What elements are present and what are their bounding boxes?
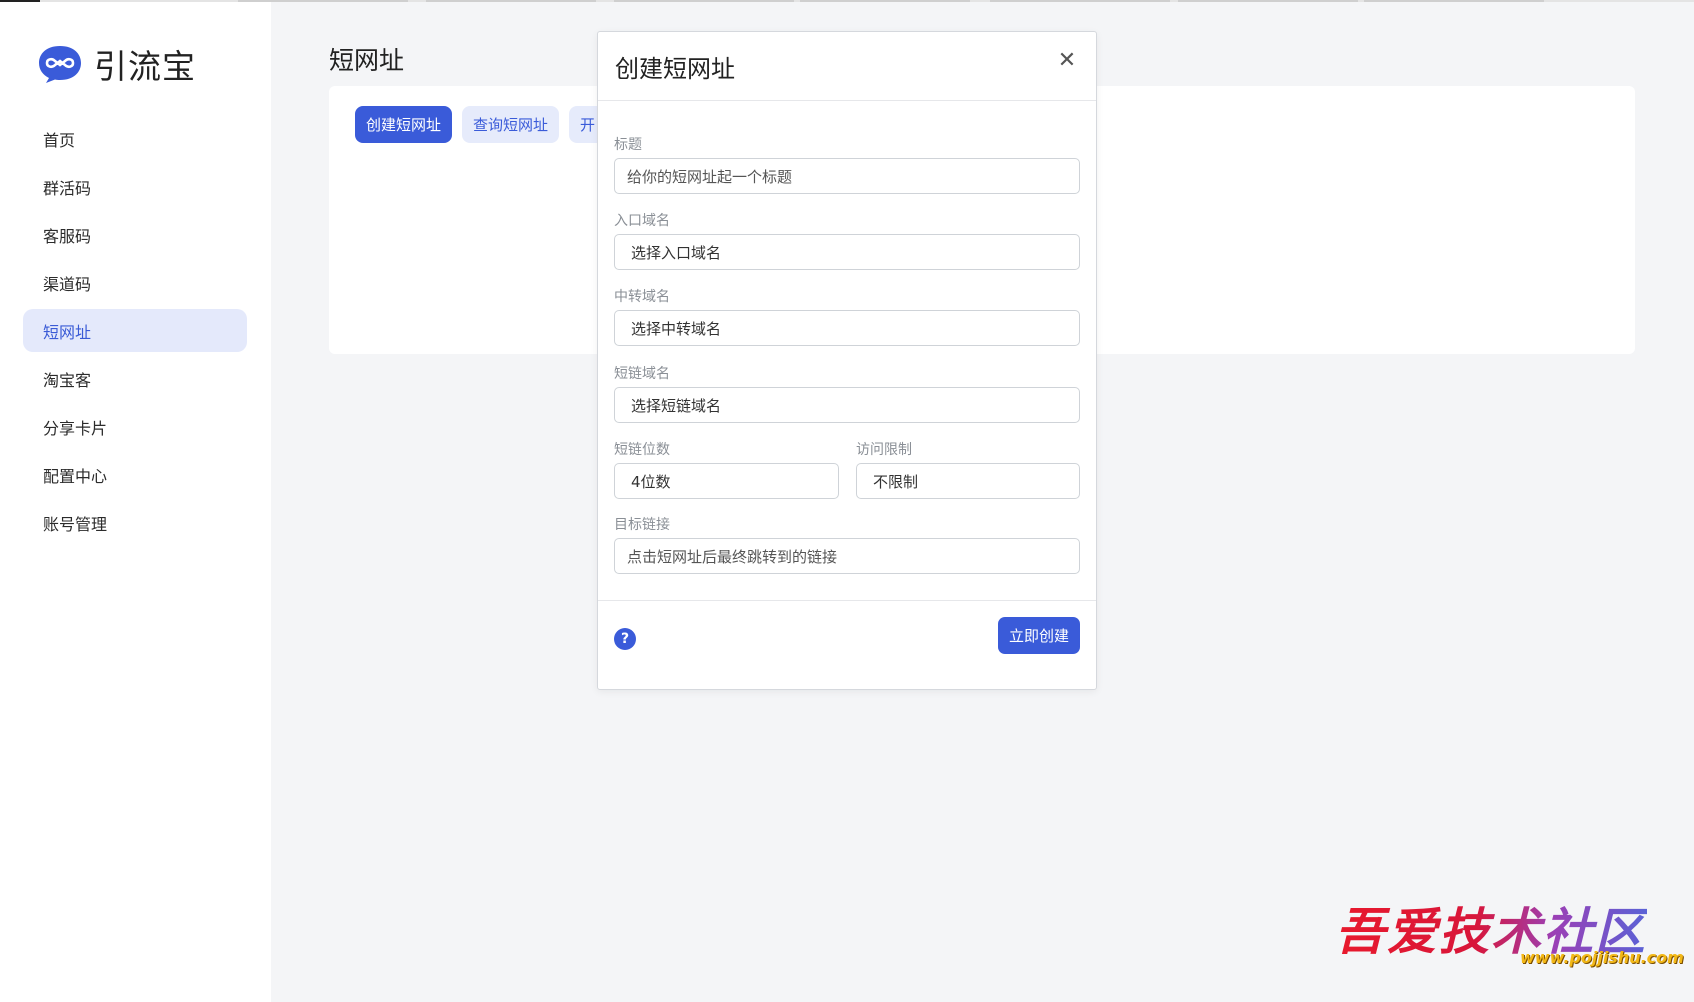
relay-domain-select[interactable]: 选择中转域名 bbox=[614, 310, 1080, 346]
sidebar-item-share-card[interactable]: 分享卡片 bbox=[23, 405, 247, 448]
app-logo[interactable]: 引流宝 bbox=[38, 44, 196, 86]
close-icon[interactable]: ✕ bbox=[1054, 48, 1080, 74]
access-limit-select[interactable]: 不限制 bbox=[856, 463, 1080, 499]
sidebar-nav: 首页 群活码 客服码 渠道码 短网址 淘宝客 分享卡片 配置中心 账号管理 bbox=[23, 117, 247, 549]
relay-domain-label: 中转域名 bbox=[614, 289, 670, 305]
target-link-label: 目标链接 bbox=[614, 517, 670, 533]
sidebar-item-group-qrcode[interactable]: 群活码 bbox=[23, 165, 247, 208]
create-now-button[interactable]: 立即创建 bbox=[998, 617, 1080, 654]
sidebar-item-channel-qrcode[interactable]: 渠道码 bbox=[23, 261, 247, 304]
modal-footer-divider bbox=[598, 600, 1096, 601]
sidebar-item-label: 淘宝客 bbox=[43, 370, 92, 390]
sidebar-item-label: 首页 bbox=[43, 130, 76, 150]
help-icon[interactable]: ? bbox=[614, 628, 636, 650]
sidebar-item-label: 分享卡片 bbox=[43, 418, 108, 438]
short-domain-select[interactable]: 选择短链域名 bbox=[614, 387, 1080, 423]
sidebar-item-label: 配置中心 bbox=[43, 466, 108, 486]
create-short-url-button[interactable]: 创建短网址 bbox=[355, 106, 452, 143]
sidebar: 引流宝 首页 群活码 客服码 渠道码 短网址 淘宝客 分享卡片 配置中心 账号管… bbox=[0, 2, 271, 1002]
modal-title: 创建短网址 bbox=[615, 55, 735, 83]
sidebar-item-label: 群活码 bbox=[43, 178, 92, 198]
app-name: 引流宝 bbox=[94, 47, 196, 86]
target-link-input[interactable]: 点击短网址后最终跳转到的链接 bbox=[614, 538, 1080, 574]
create-short-url-modal: 创建短网址 ✕ 标题 给你的短网址起一个标题 入口域名 选择入口域名 中转域名 … bbox=[597, 31, 1097, 690]
title-input[interactable]: 给你的短网址起一个标题 bbox=[614, 158, 1080, 194]
watermark-url: www.pojjishu.com bbox=[1520, 948, 1684, 967]
query-short-url-button[interactable]: 查询短网址 bbox=[462, 106, 559, 143]
short-digits-select[interactable]: 4位数 bbox=[614, 463, 839, 499]
sidebar-item-account-management[interactable]: 账号管理 bbox=[23, 501, 247, 544]
sidebar-item-short-url[interactable]: 短网址 bbox=[23, 309, 247, 352]
entry-domain-label: 入口域名 bbox=[614, 213, 670, 229]
entry-domain-select[interactable]: 选择入口域名 bbox=[614, 234, 1080, 270]
access-limit-label: 访问限制 bbox=[856, 442, 912, 458]
sidebar-item-label: 渠道码 bbox=[43, 274, 92, 294]
short-domain-label: 短链域名 bbox=[614, 366, 670, 382]
title-label: 标题 bbox=[614, 137, 642, 153]
sidebar-item-label: 短网址 bbox=[43, 322, 92, 342]
watermark: 吾爱技术社区 www.pojjishu.com bbox=[1335, 892, 1684, 972]
sidebar-item-home[interactable]: 首页 bbox=[23, 117, 247, 160]
infinity-bubble-logo-icon bbox=[39, 46, 81, 83]
sidebar-item-config-center[interactable]: 配置中心 bbox=[23, 453, 247, 496]
sidebar-item-service-qrcode[interactable]: 客服码 bbox=[23, 213, 247, 256]
short-digits-label: 短链位数 bbox=[614, 442, 670, 458]
page-title: 短网址 bbox=[329, 46, 405, 75]
sidebar-item-label: 账号管理 bbox=[43, 514, 108, 534]
modal-header: 创建短网址 ✕ bbox=[598, 32, 1096, 101]
sidebar-item-label: 客服码 bbox=[43, 226, 92, 246]
sidebar-item-taobaoke[interactable]: 淘宝客 bbox=[23, 357, 247, 400]
